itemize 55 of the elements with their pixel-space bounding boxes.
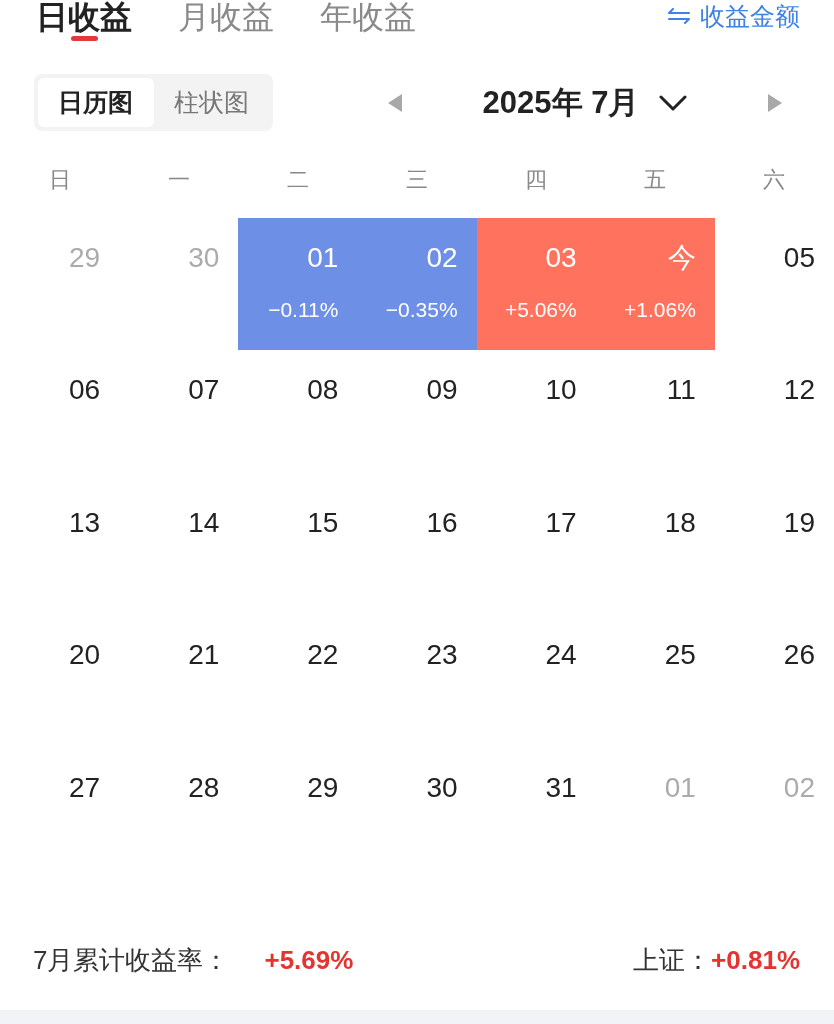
day-number[interactable]: 26 [783, 639, 815, 672]
day-number[interactable]: 12 [783, 374, 815, 407]
chevron-down-icon [659, 94, 688, 111]
day-number[interactable]: 20 [69, 639, 101, 672]
day-number[interactable]: 05 [783, 242, 815, 274]
switch-amount-link[interactable]: 收益金额 [668, 0, 800, 32]
day-number[interactable]: 17 [545, 506, 577, 539]
monthly-return-value: +5.69% [264, 943, 354, 977]
day-number[interactable]: 16 [426, 506, 458, 539]
day-number[interactable]: 13 [69, 506, 101, 539]
daily-return-text: −0.35% [385, 298, 458, 322]
day-number[interactable]: 30 [426, 771, 458, 804]
day-number[interactable]: 15 [307, 506, 339, 539]
triangle-right-icon [768, 93, 782, 112]
day-number[interactable]: 28 [188, 771, 220, 804]
day-number[interactable]: 19 [783, 506, 815, 539]
weekday-label: 六 [763, 166, 786, 194]
daily-return-text: +5.06% [504, 298, 577, 322]
day-number[interactable]: 10 [545, 374, 577, 407]
active-tab-indicator [70, 36, 98, 41]
day-number[interactable]: 06 [69, 374, 101, 407]
day-number[interactable]: 31 [545, 771, 577, 804]
index-label: 上证： [633, 943, 712, 977]
day-number: 02 [426, 242, 458, 274]
day-number[interactable]: 23 [426, 639, 458, 672]
day-number[interactable]: 11 [666, 374, 696, 407]
day-number[interactable]: 24 [545, 639, 577, 672]
day-number: 03 [545, 242, 577, 274]
weekday-label: 三 [406, 166, 428, 194]
monthly-return-label: 7月累计收益率： [33, 943, 230, 977]
tab[interactable]: 日收益 [36, 0, 132, 41]
day-number[interactable]: 21 [188, 639, 220, 672]
day-number[interactable]: 09 [426, 374, 458, 407]
month-picker-button[interactable]: 2025年 7月 [482, 81, 688, 124]
view-mode-option[interactable]: 日历图 [38, 78, 154, 127]
index-return-value: +0.81% [711, 943, 800, 977]
weekday-label: 四 [525, 166, 548, 194]
day-number[interactable]: 08 [307, 374, 339, 407]
weekday-label: 五 [644, 166, 667, 194]
weekday-label: 日 [48, 166, 71, 194]
day-number[interactable]: 27 [69, 771, 101, 804]
weekday-label: 一 [167, 166, 190, 194]
day-number[interactable]: 29 [307, 771, 339, 804]
daily-return-text: +1.06% [624, 298, 696, 322]
day-number[interactable]: 18 [664, 506, 696, 539]
day-number: 今 [667, 242, 696, 274]
day-number[interactable]: 25 [664, 639, 696, 672]
triangle-left-icon [388, 93, 402, 112]
day-number[interactable]: 14 [188, 506, 220, 539]
view-mode-option[interactable]: 柱状图 [153, 78, 269, 127]
day-number[interactable]: 07 [188, 374, 220, 407]
weekday-label: 二 [286, 166, 309, 194]
daily-return-text: −0.11% [268, 298, 339, 322]
day-number: 01 [307, 242, 339, 274]
day-number[interactable]: 22 [307, 639, 339, 672]
